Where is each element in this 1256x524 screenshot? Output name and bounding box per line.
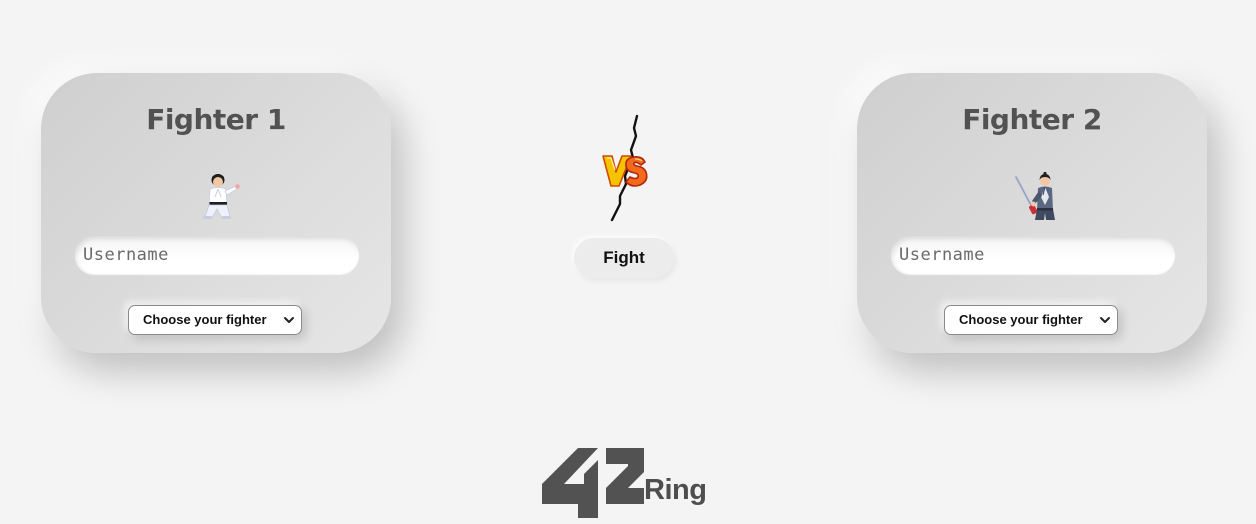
- fighter-2-select-label: Choose your fighter: [959, 312, 1083, 327]
- fighter-2-card: Fighter 2 Choose your fighter: [857, 73, 1207, 353]
- page: Fighter 1 Choose your fighter: [0, 0, 1256, 524]
- versus-icon: [602, 114, 648, 222]
- fighter-1-title: Fighter 1: [146, 103, 286, 136]
- fight-button[interactable]: Fight: [574, 238, 674, 278]
- brand-ring-text: Ring: [644, 474, 707, 506]
- chevron-down-icon: [1100, 317, 1110, 323]
- fighter-2-select[interactable]: Choose your fighter: [944, 305, 1118, 335]
- karate-fighter-icon: [203, 174, 240, 219]
- fighter-1-select[interactable]: Choose your fighter: [128, 305, 302, 335]
- fighter-2-title: Fighter 2: [962, 103, 1102, 136]
- fighter-1-card: Fighter 1 Choose your fighter: [41, 73, 391, 353]
- fighter-2-username-input[interactable]: [891, 236, 1175, 274]
- fighter-1-username-input[interactable]: [75, 236, 359, 274]
- fighter-1-select-label: Choose your fighter: [143, 312, 267, 327]
- chevron-down-icon: [284, 317, 294, 323]
- samurai-fighter-icon: [1014, 172, 1055, 220]
